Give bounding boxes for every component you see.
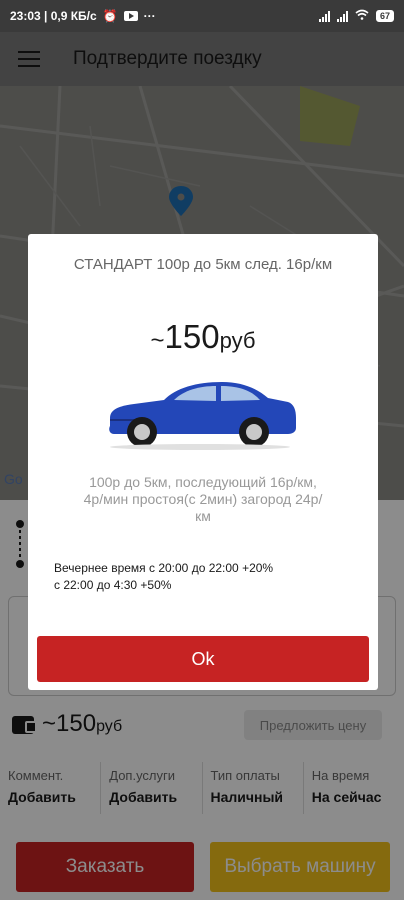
evening-line: с 22:00 до 4:30 +50%	[54, 578, 172, 592]
tariff-title: СТАНДАРТ 100р до 5км след. 16р/км	[73, 256, 333, 273]
tariff-dialog: СТАНДАРТ 100р до 5км след. 16р/км ~150ру…	[28, 234, 378, 690]
more-notifications: ···	[143, 9, 156, 23]
dialog-price-tilde: ~	[150, 327, 165, 354]
tariff-description: 100р до 5км, последующий 16р/км, 4р/мин …	[83, 474, 323, 524]
signal-icon	[318, 10, 330, 22]
evening-surcharge: Вечернее время с 20:00 до 22:00 +20% с 2…	[54, 560, 354, 594]
wifi-icon	[355, 9, 369, 23]
signal-icon-2	[336, 10, 348, 22]
dialog-price-currency: руб	[219, 328, 256, 353]
ok-button[interactable]: Ok	[37, 636, 369, 682]
youtube-icon	[123, 11, 138, 21]
battery-icon: 67	[375, 10, 394, 22]
dialog-price-value: 150	[164, 318, 220, 355]
alarm-icon: ⏰	[102, 9, 118, 23]
dialog-price: ~150руб	[28, 318, 378, 356]
status-time: 23:03 | 0,9 КБ/с	[10, 9, 97, 23]
status-bar: 23:03 | 0,9 КБ/с ⏰ ··· 67	[0, 0, 404, 32]
evening-line: Вечернее время с 20:00 до 22:00 +20%	[54, 561, 274, 575]
car-image	[109, 382, 296, 450]
